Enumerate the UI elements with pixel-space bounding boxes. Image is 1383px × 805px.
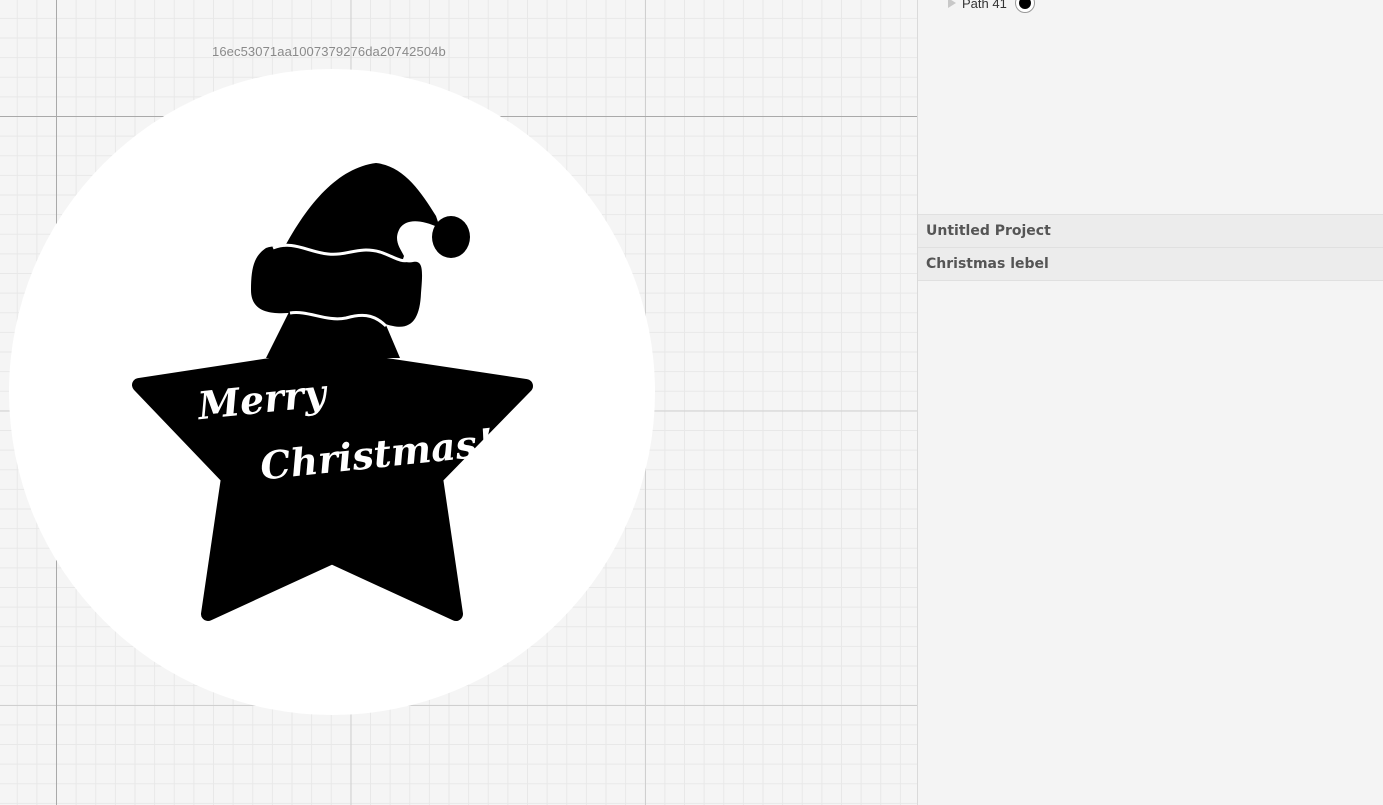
project-list: Untitled Project Christmas lebel: [918, 214, 1383, 281]
design-id-label: 16ec53071aa1007379276da20742504b: [212, 44, 446, 59]
santa-hat-pompom[interactable]: [432, 216, 470, 258]
project-item-christmas[interactable]: Christmas lebel: [918, 247, 1383, 281]
color-dot-icon: [1018, 0, 1031, 9]
app-window: 16ec53071aa1007379276da20742504b Merry C…: [0, 0, 1383, 805]
right-panel: Path 41 Untitled Project Christmas lebel: [918, 0, 1383, 805]
project-item-untitled[interactable]: Untitled Project: [918, 214, 1383, 247]
layer-name: Path 41: [962, 0, 1007, 11]
christmas-label-artwork[interactable]: Merry Christmas!: [8, 68, 656, 716]
layer-color-swatch[interactable]: [1014, 0, 1035, 13]
expand-arrow-icon[interactable]: [948, 0, 956, 8]
layer-row[interactable]: Path 41: [948, 0, 1035, 13]
design-canvas[interactable]: 16ec53071aa1007379276da20742504b Merry C…: [0, 0, 917, 805]
